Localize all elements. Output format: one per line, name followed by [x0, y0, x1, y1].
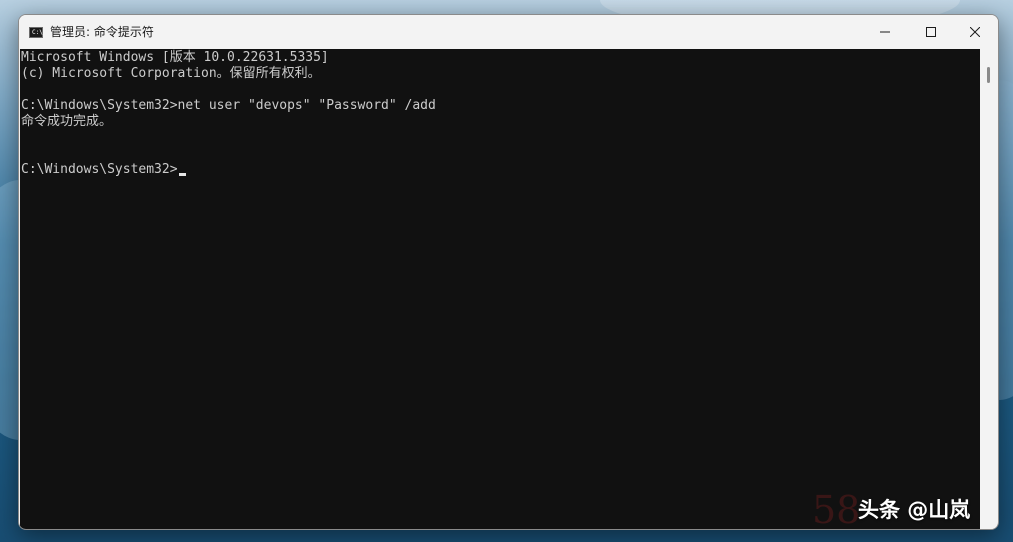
close-icon [970, 27, 980, 37]
console-line-result: 命令成功完成。 [21, 114, 113, 129]
console-prompt-line[interactable]: C:\Windows\System32> [21, 162, 186, 178]
cmd-icon-glyph: C:\ [32, 29, 43, 36]
minimize-icon [880, 31, 890, 33]
maximize-button[interactable] [908, 15, 954, 49]
console-line-version: Microsoft Windows [版本 10.0.22631.5335] [21, 50, 329, 65]
console-line-command: C:\Windows\System32>net user "devops" "P… [21, 98, 436, 113]
cmd-icon[interactable]: C:\ [29, 27, 43, 38]
vertical-scrollbar[interactable] [980, 49, 997, 529]
watermark-faint: 58 [812, 488, 861, 532]
title-bar[interactable]: C:\ 管理员: 命令提示符 [19, 15, 998, 49]
console-line-copyright: (c) Microsoft Corporation。保留所有权利。 [21, 66, 321, 81]
minimize-button[interactable] [862, 15, 908, 49]
console-output[interactable]: Microsoft Windows [版本 10.0.22631.5335] (… [20, 49, 980, 529]
watermark: 头条 @山岚 [858, 498, 971, 522]
window-title: 管理员: 命令提示符 [50, 25, 154, 39]
cmd-window[interactable]: C:\ 管理员: 命令提示符 Microsoft Windows [版本 10.… [18, 14, 999, 530]
close-button[interactable] [952, 15, 998, 49]
maximize-icon [926, 27, 936, 37]
text-cursor [178, 173, 186, 176]
console-prompt: C:\Windows\System32> [21, 162, 178, 177]
scrollbar-thumb[interactable] [987, 67, 990, 83]
